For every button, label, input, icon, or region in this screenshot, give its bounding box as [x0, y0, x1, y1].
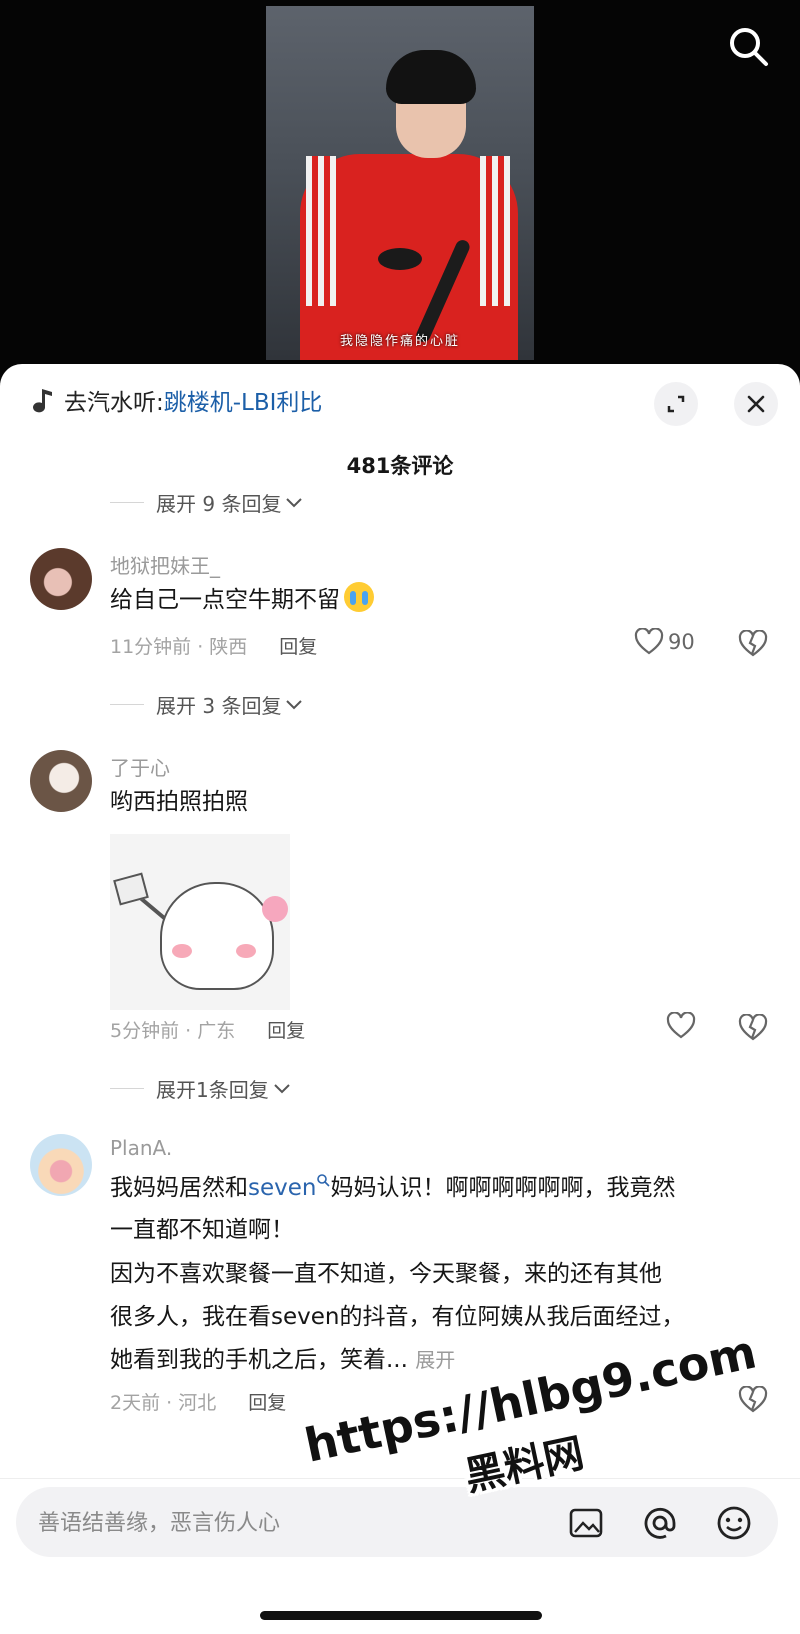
cheek — [236, 944, 256, 958]
comment-text-line: 因为不喜欢聚餐一直不知道，今天聚餐，来的还有其他 — [110, 1261, 662, 1287]
music-note-icon — [33, 389, 52, 413]
comment-time-location: 11分钟前 · 陕西 — [110, 636, 248, 658]
expand-replies[interactable]: 展开 3 条回复 — [110, 690, 303, 719]
like-count: 90 — [668, 630, 695, 654]
close-button[interactable] — [734, 382, 778, 426]
avatar[interactable] — [30, 1134, 92, 1196]
broken-heart-icon[interactable] — [738, 1386, 768, 1414]
comment-text-line: 她看到我的手机之后，笑着... 展开 — [110, 1338, 455, 1382]
reply-button[interactable]: 回复 — [267, 1016, 305, 1043]
comment-input-bar — [0, 1478, 800, 1634]
expand-replies-label: 展开 9 条回复 — [156, 492, 282, 516]
collapse-arrows-icon — [667, 395, 685, 413]
emoji-icon[interactable] — [714, 1503, 754, 1543]
comment-time-location: 5分钟前 · 广东 — [110, 1020, 236, 1042]
like-button[interactable]: 90 — [634, 628, 695, 656]
chevron-down-icon — [274, 1083, 290, 1093]
comment-text: 哟西拍照拍照 — [110, 789, 248, 815]
comment-text-line: 一直都不知道啊！ — [110, 1217, 294, 1243]
comment-meta: 11分钟前 · 陕西 回复 — [110, 632, 317, 659]
home-indicator — [260, 1611, 542, 1620]
video-subtitle: 我隐隐作痛的心脏 — [339, 334, 460, 349]
comment-input-container[interactable] — [16, 1487, 778, 1559]
heart-icon — [666, 1012, 696, 1039]
comment-text: 给自己一点空牛期不留 — [110, 578, 374, 622]
video-player[interactable]: 我隐隐作痛的心脏 — [0, 0, 800, 380]
expand-text-link[interactable]: 展开 — [415, 1348, 455, 1372]
cheek — [172, 944, 192, 958]
divider-line — [110, 1088, 144, 1089]
crying-emoji-icon — [344, 582, 374, 612]
close-icon — [747, 395, 765, 413]
image-icon[interactable] — [566, 1503, 606, 1543]
expand-replies-label: 展开1条回复 — [156, 1078, 269, 1102]
like-button[interactable] — [666, 1012, 696, 1040]
expand-replies[interactable]: 展开 9 条回复 — [110, 488, 303, 517]
at-mention-icon[interactable] — [640, 1503, 680, 1543]
sticker-image[interactable] — [110, 834, 290, 1010]
cartoon-character — [160, 882, 274, 990]
pink-bow — [262, 896, 288, 922]
comment-username[interactable]: PlanA. — [110, 1136, 172, 1160]
shirt-stripe — [306, 156, 336, 306]
reply-button[interactable]: 回复 — [279, 632, 317, 659]
expand-replies[interactable]: 展开1条回复 — [110, 1074, 291, 1103]
comment-input[interactable] — [36, 1487, 520, 1559]
divider-line — [110, 704, 144, 705]
comment-text-part: 她看到我的手机之后，笑着... — [110, 1347, 408, 1373]
avatar[interactable] — [30, 548, 92, 610]
comment-text: 我妈妈居然和seven 妈妈认识！啊啊啊啊啊啊，我竟然 — [110, 1166, 770, 1210]
reply-button[interactable]: 回复 — [248, 1388, 286, 1415]
music-link[interactable]: 去汽水听: 跳楼机-LBI利比 — [32, 378, 322, 422]
comment-username[interactable]: 地狱把妹王_ — [110, 550, 220, 579]
comment-meta: 2天前 · 河北 回复 — [110, 1388, 286, 1415]
singer-hair — [386, 50, 476, 104]
search-icon — [317, 1174, 331, 1187]
music-prefix: 去汽水听: — [64, 390, 164, 416]
music-song-title[interactable]: 跳楼机-LBI利比 — [164, 383, 323, 417]
collapse-button[interactable] — [654, 382, 698, 426]
avatar[interactable] — [30, 750, 92, 812]
shirt-stripe — [480, 156, 510, 306]
search-icon[interactable] — [726, 24, 770, 68]
chevron-down-icon — [286, 699, 303, 709]
comment-text-line: 很多人，我在看seven的抖音，有位阿姨从我后面经过， — [110, 1304, 685, 1330]
divider-line — [110, 502, 144, 503]
video-frame — [266, 6, 534, 360]
comment-username[interactable]: 了于心 — [110, 752, 170, 781]
heart-icon — [634, 628, 664, 655]
broken-heart-icon[interactable] — [738, 1014, 768, 1042]
comment-meta: 5分钟前 · 广东 回复 — [110, 1016, 305, 1043]
expand-replies-label: 展开 3 条回复 — [156, 694, 282, 718]
comment-text-part: 妈妈认识！啊啊啊啊啊啊，我竟然 — [330, 1175, 676, 1201]
comment-text-content: 给自己一点空牛期不留 — [110, 587, 340, 613]
hashtag-link[interactable]: seven — [248, 1175, 316, 1201]
broken-heart-icon[interactable] — [738, 630, 768, 658]
chevron-down-icon — [286, 497, 303, 507]
shirt-logo — [378, 248, 422, 270]
comment-text-part: 我妈妈居然和 — [110, 1175, 248, 1201]
comment-count: 481条评论 — [346, 454, 454, 478]
comment-time-location: 2天前 · 河北 — [110, 1392, 217, 1414]
